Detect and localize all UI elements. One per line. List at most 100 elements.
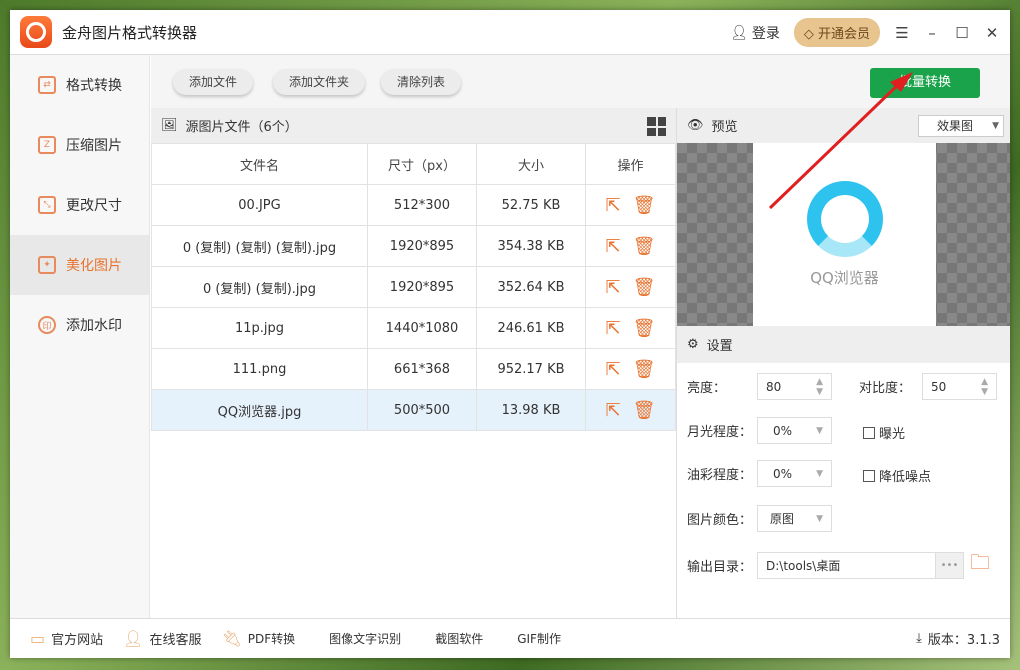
spinner-icon[interactable]: ▲ ▼ [816,377,823,397]
table-row[interactable]: 11p.jpg 1440*1080 246.61 KB ⇱ 🗑︎ [151,307,676,349]
footer-pdf[interactable]: 🔌︎ PDF转换 [221,629,295,648]
batch-convert-button[interactable]: 批量转换 [870,68,980,98]
contrast-label: 对比度： [859,381,912,396]
user-icon: 👤︎ [730,24,748,41]
brightness-value: 80 [766,379,782,394]
delete-icon[interactable]: 🗑︎ [633,236,656,257]
footer-label: 官方网站 [51,633,104,648]
table-row[interactable]: 111.png 661*368 952.17 KB ⇱ 🗑︎ [151,348,676,390]
sidebar-item-beautify[interactable]: ✦ 美化图片 [10,235,149,295]
table-cell: 500*500 [367,389,477,431]
preview-mode-value: 效果图 [937,119,974,133]
preview-mode-select[interactable]: 效果图 ▼ [918,115,1004,137]
sidebar-item-resize[interactable]: ⤡ 更改尺寸 [10,175,149,235]
open-icon[interactable]: ⇱ [606,277,621,298]
oil-value: 0% [773,466,793,481]
login-button[interactable]: 👤︎ 登录 [730,23,780,43]
version-label: 版本：3.1.3 [927,633,1000,648]
sidebar-item-format[interactable]: ⇄ 格式转换 [10,55,149,115]
contrast-value: 50 [931,379,947,394]
moonlight-label: 月光程度： [687,425,753,440]
sidebar-item-compress[interactable]: Z 压缩图片 [10,115,149,175]
footer-label: PDF转换 [247,632,296,646]
table-row[interactable]: 0 (复制) (复制) (复制).jpg 1920*895 354.38 KB ⇱ 🗑︎ [151,225,676,267]
table-cell: 111.png [151,348,368,390]
color-select[interactable]: 原图 ▼ [757,505,832,532]
delete-icon[interactable]: 🗑︎ [633,318,656,339]
moonlight-select[interactable]: 0% ▼ [757,417,832,444]
footer-support[interactable]: 👤︎ 在线客服 [123,629,201,648]
menu-icon[interactable]: ☰ [894,24,910,42]
table-row[interactable]: 00.JPG 512*300 52.75 KB ⇱ 🗑︎ [151,184,676,226]
denoise-checkbox[interactable]: 降低噪点 [863,466,931,485]
preview-image-text: QQ浏览器 [810,269,879,287]
app-window: 金舟图片格式转换器 👤︎ 登录 ◇ 开通会员 ☰ – ☐ ✕ ⇄ 格式转换 Z 压缩图… [10,10,1010,658]
table-cell: QQ浏览器.jpg [151,389,368,431]
clear-list-button[interactable]: 清除列表 [381,69,462,95]
footer-gif[interactable]: GIF制作 [517,630,561,647]
footer-ocr[interactable]: 图像文字识别 [329,630,401,647]
table-cell: 512*300 [367,184,477,226]
browse-button[interactable]: ••• [935,552,963,578]
add-file-button[interactable]: 添加文件 [173,69,254,95]
sidebar-label: 添加水印 [66,318,122,334]
settings-title: 设置 [706,339,733,354]
oil-select[interactable]: 0% ▼ [757,460,832,487]
actions-cell: ⇱ 🗑︎ [585,307,676,349]
vip-button[interactable]: ◇ 开通会员 [793,18,880,47]
open-icon[interactable]: ⇱ [606,236,621,257]
sidebar-item-watermark[interactable]: 印添加水印 [10,295,149,355]
footer-label: 图像文字识别 [329,632,402,646]
close-icon[interactable]: ✕ [984,24,1000,42]
add-folder-button[interactable]: 添加文件夹 [273,69,366,95]
delete-icon[interactable]: 🗑︎ [633,400,656,421]
vip-label: 开通会员 [817,27,870,42]
watermark-icon: 印 [38,316,56,334]
spinner-icon[interactable]: ▲ ▼ [981,377,988,397]
file-table: 文件名 尺寸（px） 大小 操作 00.JPG 512*300 52.75 KB ⇱ 🗑︎ 0 … [151,143,676,431]
plug-icon: 🔌︎ [221,629,242,648]
eye-icon: 👁︎ [687,118,704,133]
col-filesize: 大小 [476,143,586,185]
minimize-icon[interactable]: – [924,24,940,42]
moonlight-value: 0% [773,423,793,438]
table-row[interactable]: QQ浏览器.jpg 500*500 13.98 KB ⇱ 🗑︎ [151,389,676,431]
table-cell: 661*368 [367,348,477,390]
footer-screenshot[interactable]: 截图软件 [435,630,483,647]
version-info[interactable]: ⤓ 版本：3.1.3 [916,629,1000,648]
contrast-input[interactable]: 50 ▲ ▼ [922,373,997,400]
delete-icon[interactable]: 🗑︎ [633,359,656,380]
delete-icon[interactable]: 🗑︎ [633,195,656,216]
open-icon[interactable]: ⇱ [606,195,621,216]
resize-icon: ⤡ [38,196,56,214]
open-icon[interactable]: ⇱ [606,359,621,380]
grid-view-icon[interactable] [647,117,666,136]
open-icon[interactable]: ⇱ [606,318,621,339]
gear-icon: ⚙ [687,337,699,352]
actions-cell: ⇱ 🗑︎ [585,184,676,226]
monitor-icon: ▭ [30,629,46,648]
table-row[interactable]: 0 (复制) (复制).jpg 1920*895 352.64 KB ⇱ 🗑︎ [151,266,676,308]
delete-icon[interactable]: 🗑︎ [633,277,656,298]
table-cell: 1920*895 [367,266,477,308]
exposure-checkbox[interactable]: 曝光 [863,423,905,442]
preview-image: QQ浏览器 [677,143,1010,326]
table-cell: 246.61 KB [476,307,586,349]
actions-cell: ⇱ 🗑︎ [585,348,676,390]
exposure-label: 曝光 [879,427,906,442]
output-dir-input[interactable]: D:\tools\桌面 ••• [757,551,964,579]
sidebar-label: 美化图片 [66,258,122,274]
table-cell: 11p.jpg [151,307,368,349]
col-size: 尺寸（px） [367,143,477,185]
maximize-icon[interactable]: ☐ [954,24,970,42]
folder-icon[interactable]: 🗀 [970,548,990,582]
table-cell: 1920*895 [367,225,477,267]
footer-label: 在线客服 [149,633,202,648]
output-label: 输出目录： [687,559,753,575]
footer-website[interactable]: ▭ 官方网站 [30,629,103,648]
brightness-input[interactable]: 80 ▲ ▼ [757,373,832,400]
denoise-label: 降低噪点 [879,470,932,485]
table-cell: 00.JPG [151,184,368,226]
open-icon[interactable]: ⇱ [606,400,621,421]
footer-label: 截图软件 [435,632,484,646]
